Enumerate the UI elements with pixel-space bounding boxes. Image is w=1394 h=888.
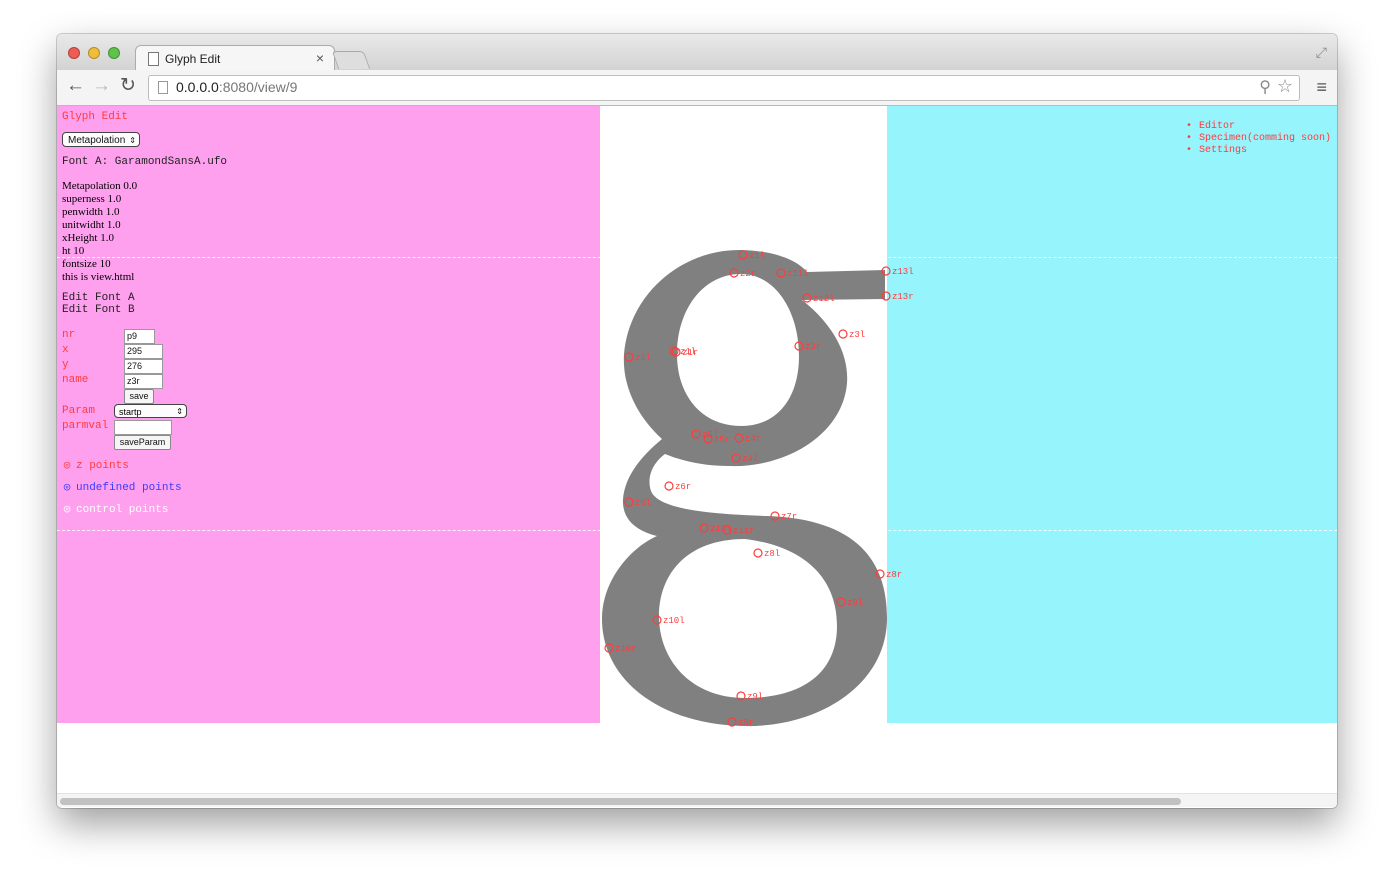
bookmark-star-icon[interactable]: ☆: [1277, 76, 1293, 97]
point-label: z9l: [847, 598, 863, 608]
zoom-icon[interactable]: ⚲: [1259, 77, 1271, 97]
point-label: z4l: [742, 454, 758, 464]
point-label: z10r: [615, 644, 637, 654]
page-icon: [158, 81, 168, 94]
url-path: :8080/view/9: [218, 79, 298, 95]
point-label: z8r: [886, 570, 902, 580]
fullscreen-icon[interactable]: ⤢: [1316, 44, 1327, 61]
point-label: z11r: [733, 526, 755, 536]
glyph-g: [602, 249, 887, 727]
glyph-point[interactable]: z9l: [736, 691, 763, 702]
point-label: z10l: [663, 616, 685, 626]
tab-close-icon[interactable]: ×: [316, 50, 324, 66]
glyph-fill: [602, 249, 887, 727]
browser-toolbar: ← → ↻ 0.0.0.0:8080/view/9 ⚲ ☆ ≡: [57, 70, 1337, 106]
point-label: z2r: [740, 269, 756, 279]
hamburger-menu-icon[interactable]: ≡: [1316, 78, 1327, 96]
horizontal-scrollbar[interactable]: [57, 793, 1337, 807]
glyph-canvas[interactable]: z1l z2r z11l z13l z13r z12l z3l z3r z1l …: [57, 106, 1337, 807]
page-icon: [148, 52, 159, 66]
point-label: z3r: [805, 342, 821, 352]
reload-icon[interactable]: ↻: [120, 76, 136, 96]
tab-bar: Glyph Edit × ⤢: [57, 34, 1337, 71]
url-host: 0.0.0.0: [176, 79, 219, 95]
glyph-point[interactable]: z6r: [664, 481, 691, 492]
back-arrow-icon[interactable]: ←: [66, 76, 85, 96]
new-tab-button[interactable]: [331, 51, 371, 69]
browser-window: Glyph Edit × ⤢ ← → ↻ 0.0.0.0:8080/view/9…: [57, 34, 1337, 808]
point-label: z1l: [749, 251, 765, 261]
url-text[interactable]: 0.0.0.0:8080/view/9: [176, 79, 297, 95]
point-label: z6l: [635, 498, 651, 508]
glyph-point[interactable]: z13l: [881, 266, 914, 277]
point-label: z8l: [764, 549, 780, 559]
point-label: z3l: [849, 330, 865, 340]
point-label: z1r: [682, 348, 698, 358]
point-label: z9l: [747, 692, 763, 702]
address-bar[interactable]: 0.0.0.0:8080/view/9 ⚲ ☆: [148, 75, 1300, 101]
tab-title: Glyph Edit: [165, 52, 221, 66]
close-window-button[interactable]: [68, 47, 80, 59]
point-label: z1l: [635, 353, 651, 363]
point-label: z4r: [745, 434, 761, 444]
tab-glyph-edit[interactable]: Glyph Edit ×: [135, 45, 335, 71]
glyph-point[interactable]: z13r: [881, 291, 914, 302]
point-label: z9r: [738, 718, 754, 728]
point-label: z11l: [787, 269, 809, 279]
point-label: z13l: [892, 267, 914, 277]
glyph-point[interactable]: z8l: [753, 548, 780, 559]
point-label: z7r: [781, 512, 797, 522]
scrollbar-thumb[interactable]: [60, 798, 1181, 805]
point-label: z12l: [813, 294, 835, 304]
glyph-point[interactable]: z8r: [875, 569, 902, 580]
point-label: z13r: [892, 292, 914, 302]
page-viewport: Glyph Edit Metapolation ⇕ Font A: Garamo…: [57, 106, 1337, 807]
zoom-window-button[interactable]: [108, 47, 120, 59]
forward-arrow-icon[interactable]: →: [92, 76, 111, 96]
point-label: z6r: [675, 482, 691, 492]
glyph-point[interactable]: z3l: [838, 329, 865, 340]
minimize-window-button[interactable]: [88, 47, 100, 59]
point-label: z5r: [714, 435, 730, 445]
point-label: z10l: [710, 524, 732, 534]
